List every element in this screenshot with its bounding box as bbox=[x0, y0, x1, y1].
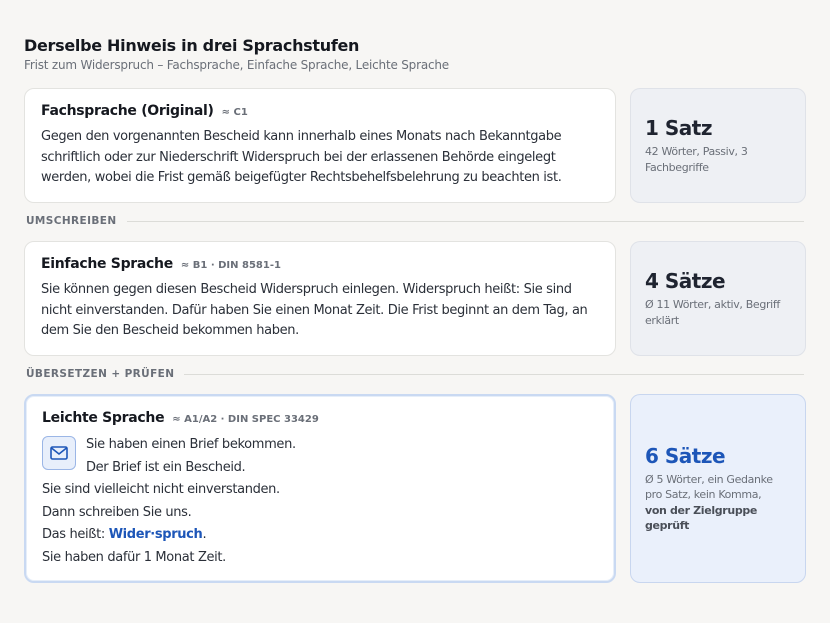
card-einfache-sprache: Einfache Sprache ≈ B1 · DIN 8581-1 Sie k… bbox=[24, 241, 616, 356]
card-text: Sie können gegen diesen Bescheid Widersp… bbox=[41, 282, 588, 338]
easy-line-5-suffix: . bbox=[202, 527, 207, 542]
divider-uebersetzen: ÜBERSETZEN + PRÜFEN bbox=[26, 368, 804, 380]
sentence-count: 4 Sätze bbox=[645, 269, 726, 293]
header: Derselbe Hinweis in drei Sprachstufen Fr… bbox=[24, 36, 449, 72]
sentence-count: 1 Satz bbox=[645, 116, 712, 140]
easy-line-3: Sie sind vielleicht nicht einverstanden. bbox=[42, 482, 280, 497]
card-title: Einfache Sprache bbox=[41, 256, 173, 272]
card-text: Gegen den vorgenannten Bescheid kann inn… bbox=[41, 129, 562, 185]
card-title: Leichte Sprache bbox=[42, 410, 165, 426]
card-title: Fachsprache (Original) bbox=[41, 103, 214, 119]
divider-label: UMSCHREIBEN bbox=[26, 215, 117, 227]
level-badge: ≈ A1/A2 · DIN SPEC 33429 bbox=[172, 414, 319, 425]
highlighted-term: Wider·spruch bbox=[108, 527, 203, 542]
divider-line bbox=[126, 220, 804, 222]
stats-description: Ø 11 Wörter, aktiv, Begriff erklärt bbox=[645, 298, 780, 327]
stats-description: Ø 5 Wörter, ein Gedanke pro Satz, kein K… bbox=[645, 472, 773, 502]
divider-umschreiben: UMSCHREIBEN bbox=[26, 215, 804, 227]
stats-panel-leichte-sprache: 6 Sätze Ø 5 Wörter, ein Gedanke pro Satz… bbox=[630, 394, 806, 583]
level-badge: ≈ B1 · DIN 8581-1 bbox=[180, 260, 281, 271]
stats-panel-fachsprache: 1 Satz 42 Wörter, Passiv, 3 Fachbegriffe bbox=[630, 88, 806, 203]
level-badge: ≈ C1 bbox=[221, 107, 248, 118]
easy-line-2: Der Brief ist ein Bescheid. bbox=[86, 459, 246, 475]
easy-line-5: Das heißt: Wider·spruch. bbox=[42, 524, 598, 547]
easy-line-1: Sie haben einen Brief bekommen. bbox=[86, 437, 296, 452]
divider-line bbox=[184, 373, 804, 375]
divider-label: ÜBERSETZEN + PRÜFEN bbox=[26, 368, 175, 380]
validation-note: von der Zielgruppe geprüft bbox=[645, 503, 757, 533]
card-fachsprache: Fachsprache (Original) ≈ C1 Gegen den vo… bbox=[24, 88, 616, 203]
sentence-count: 6 Sätze bbox=[645, 443, 726, 468]
page-title: Derselbe Hinweis in drei Sprachstufen bbox=[24, 36, 360, 55]
easy-line-6: Sie haben dafür 1 Monat Zeit. bbox=[42, 549, 226, 565]
envelope-icon bbox=[42, 436, 76, 470]
stats-panel-einfache-sprache: 4 Sätze Ø 11 Wörter, aktiv, Begriff erkl… bbox=[630, 241, 806, 356]
easy-language-text: Sie haben einen Brief bekommen. Der Brie… bbox=[42, 434, 598, 569]
page-subtitle: Frist zum Widerspruch – Fachsprache, Ein… bbox=[24, 58, 449, 72]
card-leichte-sprache: Leichte Sprache ≈ A1/A2 · DIN SPEC 33429… bbox=[24, 394, 616, 583]
easy-line-5-prefix: Das heißt: bbox=[42, 527, 109, 542]
stats-description: 42 Wörter, Passiv, 3 Fachbegriffe bbox=[645, 145, 748, 174]
easy-line-4: Dann schreiben Sie uns. bbox=[42, 504, 192, 520]
